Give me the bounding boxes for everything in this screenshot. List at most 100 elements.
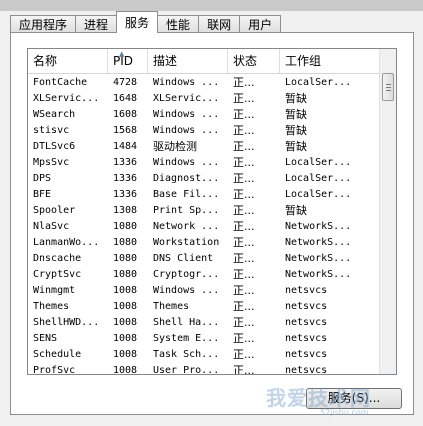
cell-description: DNS Client [153, 253, 214, 264]
cell-description: 驱动检测 [153, 140, 197, 153]
cell-name: ProfSvc [33, 365, 76, 375]
services-list[interactable]: 名称 ▲ PID 描述 状态 工作组 FontCache 4728 Windows … [27, 48, 397, 375]
cell-status: 正... [233, 284, 255, 297]
cell-name: Winmgmt [33, 285, 76, 296]
cell-name: MpsSvc [33, 157, 70, 168]
table-row[interactable]: ProfSvc 1008 User Pro... 正... netsvcs [28, 363, 380, 375]
tab-processes[interactable]: 进程 [75, 15, 118, 33]
cell-name: DPS [33, 173, 52, 184]
tab-networking[interactable]: 联网 [198, 15, 241, 33]
cell-status: 正... [233, 348, 255, 361]
cell-status: 正... [233, 332, 255, 345]
cell-description: System E... [153, 333, 220, 344]
cell-description: Windows ... [153, 77, 220, 88]
table-row[interactable]: Spooler 1308 Print Sp... 正... 暂缺 [28, 203, 380, 219]
vertical-scrollbar[interactable] [379, 49, 396, 374]
cell-description: User Pro... [153, 365, 220, 375]
column-header-name[interactable]: 名称 [28, 49, 108, 73]
cell-status: 正... [233, 156, 255, 169]
cell-name: WSearch [33, 109, 76, 120]
cell-pid: 1008 [113, 365, 138, 375]
table-row[interactable]: DTLSvc6 1484 驱动检测 正... 暂缺 [28, 139, 380, 155]
table-row[interactable]: WSearch 1608 Windows ... 正... 暂缺 [28, 107, 380, 123]
cell-description: XLServic... [153, 93, 220, 104]
table-row[interactable]: Dnscache 1080 DNS Client 正... NetworkS... [28, 251, 380, 267]
cell-group: netsvcs [285, 317, 328, 328]
cell-description: Cryptogr... [153, 269, 220, 280]
tab-applications[interactable]: 应用程序 [10, 15, 77, 33]
table-row[interactable]: Themes 1008 Themes 正... netsvcs [28, 299, 380, 315]
cell-description: Diagnost... [153, 173, 220, 184]
cell-pid: 1008 [113, 333, 138, 344]
cell-pid: 1080 [113, 237, 138, 248]
column-header-pid[interactable]: ▲ PID [108, 49, 148, 73]
cell-description: Print Sp... [153, 205, 220, 216]
column-header-description[interactable]: 描述 [148, 49, 228, 73]
table-row[interactable]: CryptSvc 1080 Cryptogr... 正... NetworkS... [28, 267, 380, 283]
cell-name: Spooler [33, 205, 76, 216]
cell-status: 正... [233, 220, 255, 233]
cell-group: LocalSer... [285, 173, 352, 184]
cell-group: LocalSer... [285, 157, 352, 168]
cell-pid: 1336 [113, 157, 138, 168]
cell-group: NetworkS... [285, 221, 352, 232]
services-panel: 名称 ▲ PID 描述 状态 工作组 FontCache 4728 Windows … [10, 32, 414, 415]
cell-status: 正... [233, 204, 255, 217]
cell-group: 暂缺 [285, 92, 307, 105]
cell-description: Workstation [153, 237, 220, 248]
column-header-group[interactable]: 工作组 [280, 49, 380, 73]
table-row[interactable]: FontCache 4728 Windows ... 正... LocalSer... [28, 75, 380, 91]
cell-pid: 1008 [113, 301, 138, 312]
table-row[interactable]: LanmanWo... 1080 Workstation 正... NetworkS..… [28, 235, 380, 251]
cell-status: 正... [233, 108, 255, 121]
table-row[interactable]: NlaSvc 1080 Network ... 正... NetworkS... [28, 219, 380, 235]
cell-pid: 1080 [113, 253, 138, 264]
cell-status: 正... [233, 124, 255, 137]
cell-pid: 1080 [113, 221, 138, 232]
cell-status: 正... [233, 364, 255, 375]
sort-ascending-icon: ▲ [119, 50, 125, 58]
cell-name: DTLSvc6 [33, 141, 76, 152]
cell-group: netsvcs [285, 349, 328, 360]
cell-group: NetworkS... [285, 269, 352, 280]
cell-pid: 1008 [113, 285, 138, 296]
cell-status: 正... [233, 268, 255, 281]
table-row[interactable]: MpsSvc 1336 Windows ... 正... LocalSer... [28, 155, 380, 171]
cell-status: 正... [233, 236, 255, 249]
table-row[interactable]: Winmgmt 1008 Windows ... 正... netsvcs [28, 283, 380, 299]
cell-name: FontCache [33, 77, 88, 88]
cell-description: Windows ... [153, 125, 220, 136]
cell-description: Windows ... [153, 157, 220, 168]
table-row[interactable]: XLServic... 1648 XLServic... 正... 暂缺 [28, 91, 380, 107]
column-header-status[interactable]: 状态 [228, 49, 280, 73]
cell-status: 正... [233, 316, 255, 329]
table-row[interactable]: Schedule 1008 Task Sch... 正... netsvcs [28, 347, 380, 363]
cell-description: Windows ... [153, 109, 220, 120]
cell-description: Network ... [153, 221, 220, 232]
cell-name: BFE [33, 189, 52, 200]
cell-pid: 1336 [113, 173, 138, 184]
cell-status: 正... [233, 140, 255, 153]
cell-status: 正... [233, 252, 255, 265]
window-top-strip [0, 0, 423, 11]
table-row[interactable]: ShellHWD... 1008 Shell Ha... 正... netsvcs [28, 315, 380, 331]
cell-name: Themes [33, 301, 70, 312]
table-row[interactable]: stisvc 1568 Windows ... 正... 暂缺 [28, 123, 380, 139]
table-row[interactable]: DPS 1336 Diagnost... 正... LocalSer... [28, 171, 380, 187]
services-button[interactable]: 服务(S)... [306, 388, 402, 409]
tab-performance[interactable]: 性能 [157, 15, 200, 33]
cell-pid: 1608 [113, 109, 138, 120]
cell-pid: 1308 [113, 205, 138, 216]
tab-users[interactable]: 用户 [239, 15, 282, 33]
table-row[interactable]: BFE 1336 Base Fil... 正... LocalSer... [28, 187, 380, 203]
cell-description: Windows ... [153, 285, 220, 296]
scrollbar-thumb[interactable] [382, 73, 394, 101]
cell-group: 暂缺 [285, 124, 307, 137]
cell-status: 正... [233, 92, 255, 105]
cell-group: 暂缺 [285, 108, 307, 121]
cell-pid: 1648 [113, 93, 138, 104]
tab-services[interactable]: 服务 [116, 11, 159, 33]
tab-strip: 应用程序 进程 服务 性能 联网 用户 [10, 11, 282, 33]
table-row[interactable]: SENS 1008 System E... 正... netsvcs [28, 331, 380, 347]
cell-pid: 1080 [113, 269, 138, 280]
